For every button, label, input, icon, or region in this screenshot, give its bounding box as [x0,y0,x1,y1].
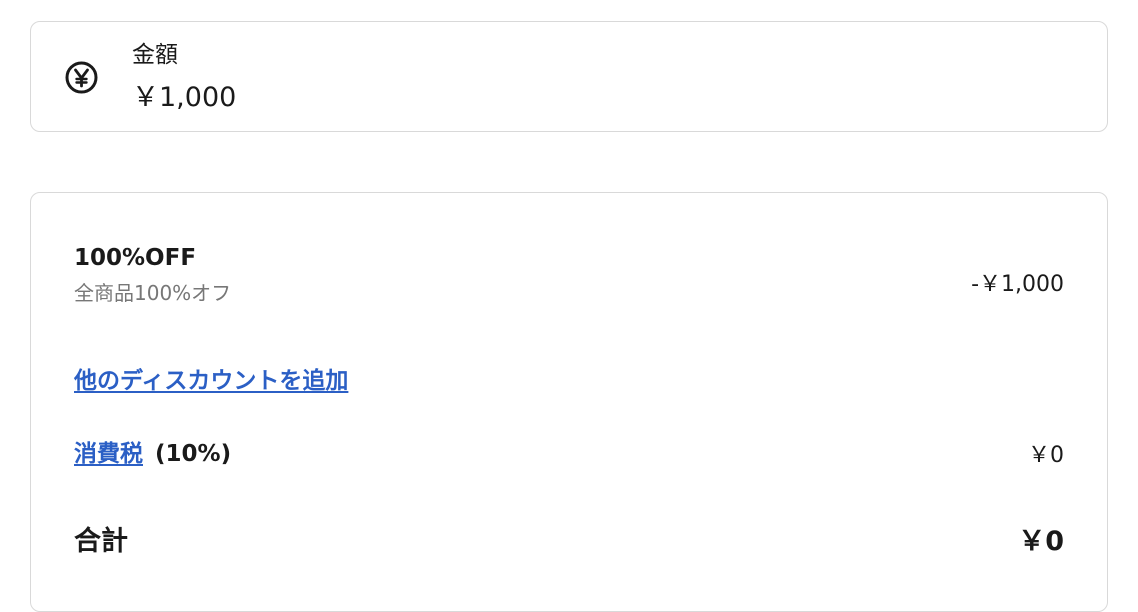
discount-description: 全商品100%オフ [74,281,232,305]
tax-link[interactable]: 消費税 [74,441,143,467]
tax-rate: (10%) [155,441,232,467]
total-label: 合計 [74,526,128,557]
discount-title: 100%OFF [74,245,197,271]
yen-icon [65,61,98,94]
amount-card: 金額 ￥1,000 [30,21,1108,132]
tax-amount: ￥0 [1028,443,1064,468]
total-amount: ￥0 [1018,526,1064,557]
add-discount-link[interactable]: 他のディスカウントを追加 [74,367,348,395]
discount-amount: -￥1,000 [971,272,1064,297]
order-summary-card: 100%OFF 全商品100%オフ -￥1,000 他のディスカウントを追加 消… [30,192,1108,612]
amount-label: 金額 [132,42,178,68]
amount-value[interactable]: ￥1,000 [132,82,236,114]
tax-row: 消費税 (10%) [74,440,231,468]
